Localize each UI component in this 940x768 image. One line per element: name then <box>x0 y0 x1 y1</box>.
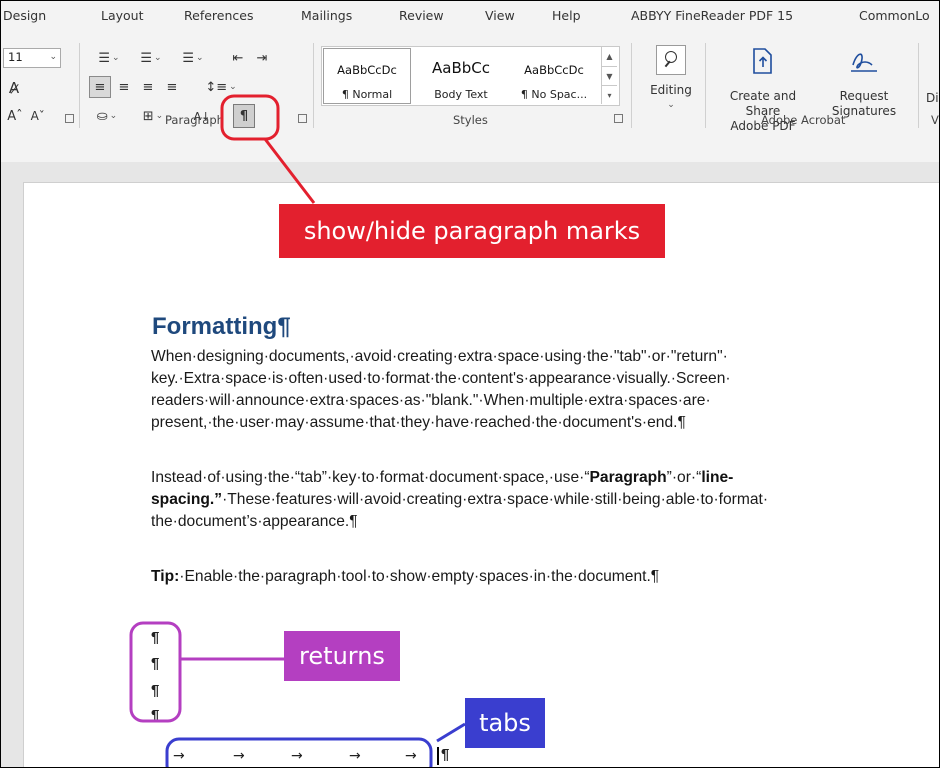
annotation-overlay <box>129 94 466 767</box>
tabs-callout: tabs <box>465 698 545 748</box>
show-hide-callout: show/hide paragraph marks <box>279 204 665 258</box>
tabs-highlight <box>165 737 433 767</box>
show-hide-connector <box>263 138 316 204</box>
returns-callout: returns <box>284 631 400 681</box>
returns-highlight <box>129 621 182 723</box>
tabs-connector <box>436 722 466 743</box>
show-hide-highlight <box>220 94 280 141</box>
screenshot-frame: Design Layout References Mailings Review… <box>0 0 940 768</box>
